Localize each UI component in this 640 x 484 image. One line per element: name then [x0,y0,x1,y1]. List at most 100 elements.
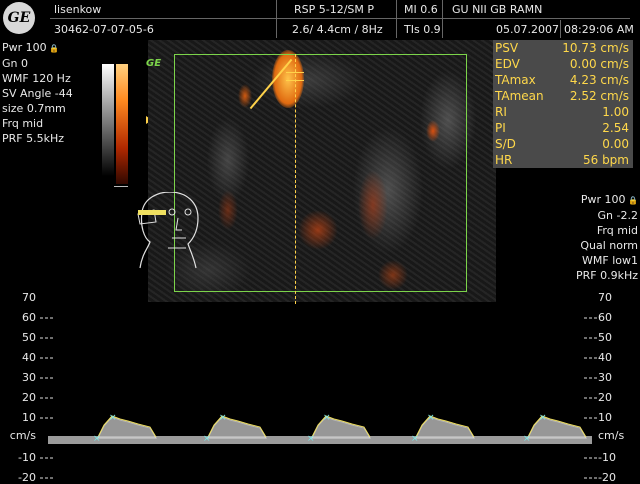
param-sample-size: size 0.7mm [2,102,66,115]
doppler-spectrum: × × × × × × × × × × [40,317,597,479]
spectrum-scale [40,317,597,479]
exam-date: 05.07.2007 [496,23,559,36]
measurement-row: TAmean 2.52 cm/s [493,88,633,104]
spectral-waveform [207,416,267,439]
scale-tick-label: -20 [598,471,616,484]
param-sv-angle: SV Angle -44 [2,87,73,100]
param-gain: Gn 0 [2,57,28,70]
measurement-row: PSV 10.73 cm/s [493,40,633,56]
spectral-waveform [415,416,475,439]
doppler-cursor-line[interactable] [295,54,296,304]
param-wall-filter: WMF 120 Hz [2,72,71,85]
measurement-label: PI [495,121,506,135]
measurement-value: 10.73 cm/s [562,41,629,55]
caliper-marker-icon: × [427,413,435,423]
spectrum-waveforms: × × × × × × × × × × [48,413,592,444]
param-quality: Qual norm [580,239,638,252]
measurement-row: S/D 0.00 [493,136,633,152]
velocity-scale-left: 70 60 50 40 30 20 10 -10 -20 cm/s [0,292,40,484]
caliper-marker-icon: × [203,434,211,444]
param-frequency: Frq mid [596,224,638,237]
grayscale-bar [102,64,114,176]
measurement-value: 1.00 [602,105,629,119]
measurement-row: RI 1.00 [493,104,633,120]
sample-gate-top[interactable] [286,72,304,73]
measurement-value: 56 bpm [582,153,629,167]
measurement-value: 0.00 cm/s [569,57,629,71]
scale-tick-label: 20 [598,391,612,404]
caliper-marker-icon: × [219,413,227,423]
measurement-row: EDV 0.00 cm/s [493,56,633,72]
institution-name: GU NII GB RAMN [452,3,543,16]
measurement-label: TAmax [495,73,536,87]
head-position-icon [137,192,199,269]
measurement-row: HR 56 bpm [493,152,633,168]
measurement-label: PSV [495,41,519,55]
color-velocity-bar [116,64,128,184]
scale-tick-label: 70 [22,291,36,304]
color-doppler-parameters: Pwr 100 🔒 Gn 0 WMF 120 Hz SV Angle -44 s… [2,40,112,146]
probe-label: RSP 5-12/SM P [294,3,375,16]
header-bar: lisenkow 30462-07-07-05-6 RSP 5-12/SM P … [50,0,640,38]
sample-gate-bottom[interactable] [286,80,304,81]
spectral-waveform [311,416,371,439]
color-roi-box[interactable] [174,54,467,292]
measurement-label: RI [495,105,507,119]
lock-icon: 🔒 [46,44,60,53]
scale-tick-label: 20 [22,391,36,404]
velocity-scale-right: 70 60 50 40 30 20 10 -10 -20 cm/s [596,292,640,484]
ge-tag: GE [146,58,162,69]
mechanical-index: MI 0.6 [404,3,438,16]
scale-tick-label: 10 [22,411,36,424]
velocity-unit-label: cm/s [598,429,625,442]
measurement-label: TAmean [495,89,544,103]
measurement-value: 0.00 [602,137,629,151]
scale-tick-label: 50 [598,331,612,344]
scale-tick-label: -10 [598,451,616,464]
spectral-waveform [527,416,587,439]
caliper-marker-icon: × [109,413,117,423]
scale-tick-label: 40 [598,351,612,364]
spectral-waveform [97,416,157,439]
scale-tick-label: 30 [598,371,612,384]
param-prf: PRF 5.5kHz [2,132,65,145]
velocity-unit-label: cm/s [9,429,36,442]
scale-tick-label: 70 [598,291,612,304]
depth-frequency: 2.6/ 4.4cm / 8Hz [292,23,383,36]
param-gain: Gn -2.2 [597,209,638,222]
pw-doppler-parameters: Pwr 100 🔒 Gn -2.2 Frq mid Qual norm WMF … [520,192,638,283]
scale-tick-label: 40 [22,351,36,364]
param-power: Pwr 100 🔒 [580,193,638,206]
ge-logo-text: GE [7,10,31,26]
measurement-value: 2.52 cm/s [569,89,629,103]
param-prf: PRF 0.9kHz [575,269,638,282]
header-divider [276,0,277,38]
measurement-panel: PSV 10.73 cm/s EDV 0.00 cm/s TAmax 4.23 … [493,40,633,168]
scale-tick-label: 60 [22,311,36,324]
scale-tick-label: -10 [18,451,36,464]
measurement-value: 4.23 cm/s [569,73,629,87]
header-divider [396,0,397,38]
scale-tick-label: 60 [598,311,612,324]
patient-id: 30462-07-07-05-6 [54,23,154,36]
measurement-label: HR [495,153,513,167]
operator-name: lisenkow [54,3,102,16]
exam-time: 08:29:06 AM [564,23,634,36]
caliper-marker-icon: × [523,434,531,444]
param-power: Pwr 100 🔒 [2,41,60,54]
header-divider [560,20,561,38]
header-divider [50,18,630,19]
caliper-marker-icon: × [307,434,315,444]
color-bar-baseline [114,186,128,187]
thermal-index: TIs 0.9 [404,23,441,36]
scale-tick-label: 30 [22,371,36,384]
param-wall-filter: WMF low1 [582,254,638,267]
lock-icon: 🔒 [625,196,638,205]
caliper-marker-icon: × [323,413,331,423]
param-frequency: Frq mid [2,117,44,130]
caliper-marker-icon: × [93,434,101,444]
measurement-label: EDV [495,57,520,71]
caliper-marker-icon: × [411,434,419,444]
measurement-label: S/D [495,137,516,151]
scale-tick-label: 50 [22,331,36,344]
